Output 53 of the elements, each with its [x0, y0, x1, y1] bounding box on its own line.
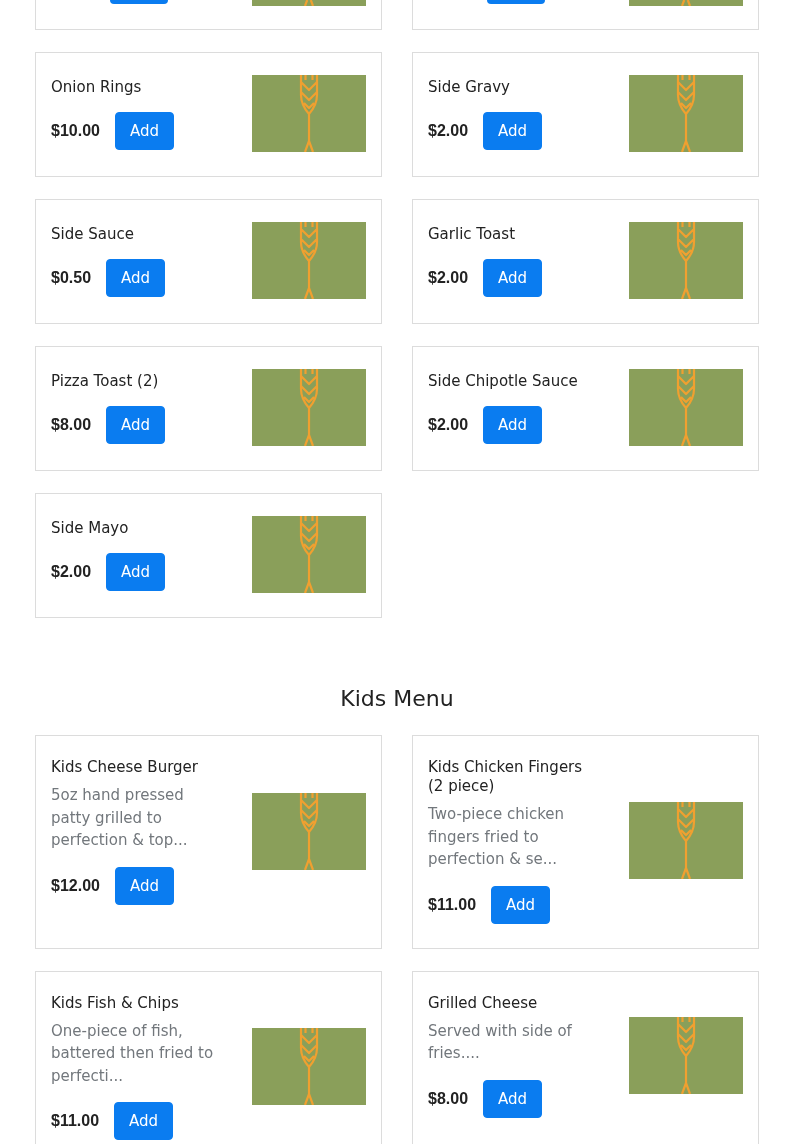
item-name: Kids Cheese Burger — [51, 758, 199, 777]
item-name: Grilled Cheese — [428, 993, 539, 1013]
add-button[interactable]: Add — [483, 405, 543, 444]
item-name: Side Mayo — [51, 518, 130, 538]
item-name: Kids Chicken Fingers (2 piece) — [428, 758, 584, 796]
item-description: 5oz hand pressed patty grilled to perfection & top... — [51, 785, 189, 851]
item-name: Onion Rings — [51, 77, 143, 97]
item-description: Two-piece chicken fingers fried to perfection & se... — [428, 804, 566, 870]
item-description: Served with side of fries.... — [428, 1020, 573, 1064]
item-price: $2.00 — [428, 121, 469, 140]
item-name: Garlic Toast — [428, 224, 516, 244]
add-button[interactable] — [110, 0, 168, 4]
add-button[interactable]: Add — [491, 885, 551, 924]
item-price: $8.00 — [51, 415, 92, 434]
section-heading: Kids Menu — [339, 685, 455, 713]
add-button[interactable]: Add — [114, 866, 174, 905]
item-price: $2.00 — [51, 562, 92, 581]
wheat-icon — [298, 222, 320, 299]
add-button[interactable]: Add — [114, 1102, 174, 1140]
wheat-icon — [303, 0, 315, 6]
add-button[interactable]: Add — [483, 258, 543, 297]
item-price: $0.50 — [51, 268, 92, 287]
add-button[interactable]: Add — [106, 258, 166, 297]
add-button[interactable]: Add — [106, 552, 166, 591]
wheat-icon — [298, 369, 320, 446]
item-price: $2.00 — [428, 268, 469, 287]
add-button[interactable]: Add — [106, 405, 166, 444]
item-name: Side Gravy — [428, 77, 511, 97]
wheat-icon — [675, 1017, 697, 1094]
wheat-icon — [680, 0, 692, 6]
wheat-icon — [675, 222, 697, 299]
item-price: $2.00 — [428, 415, 469, 434]
wheat-icon — [675, 75, 697, 152]
item-name: Side Sauce — [51, 224, 135, 244]
add-button[interactable]: Add — [483, 111, 543, 150]
wheat-icon — [298, 1028, 320, 1106]
item-description: One-piece of fish, battered then fried to perfecti... — [51, 1020, 215, 1087]
add-button[interactable]: Add — [114, 111, 174, 150]
item-price: $11.00 — [51, 1112, 100, 1130]
item-price: $12.00 — [51, 876, 100, 895]
wheat-icon — [675, 802, 697, 880]
item-name: Kids Fish & Chips — [51, 993, 180, 1013]
item-name: Pizza Toast (2) — [51, 371, 160, 391]
add-button[interactable] — [487, 0, 545, 4]
item-price: $11.00 — [428, 895, 477, 914]
wheat-icon — [298, 516, 320, 593]
wheat-icon — [298, 75, 320, 152]
wheat-icon — [675, 369, 697, 446]
wheat-icon — [298, 792, 320, 870]
item-name: Side Chipotle Sauce — [428, 371, 579, 391]
add-button[interactable]: Add — [483, 1079, 543, 1118]
item-price: $10.00 — [51, 121, 100, 140]
item-price: $8.00 — [428, 1089, 469, 1108]
